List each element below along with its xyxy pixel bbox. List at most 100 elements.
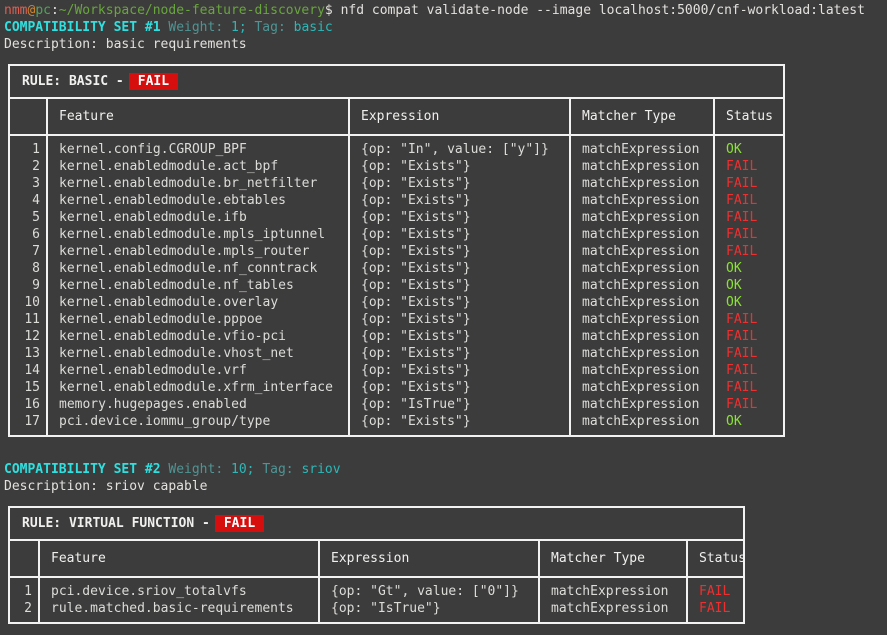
row-number: 17 (10, 413, 47, 435)
command-text: nfd compat validate-node --image localho… (341, 3, 865, 18)
cell-status: FAIL (714, 158, 783, 175)
cell-status: OK (714, 135, 783, 158)
cell-expression: {op: "In", value: ["y"]} (349, 135, 570, 158)
prompt-host: pc (35, 3, 51, 18)
table-header-row: FeatureExpressionMatcher TypeStatus (10, 99, 783, 135)
cell-status: FAIL (714, 379, 783, 396)
cell-feature: kernel.enabledmodule.ebtables (47, 192, 349, 209)
table-row: 2kernel.enabledmodule.act_bpf{op: "Exist… (10, 158, 783, 175)
cell-expression: {op: "Exists"} (349, 277, 570, 294)
cell-feature: kernel.enabledmodule.mpls_iptunnel (47, 226, 349, 243)
table-row: 14kernel.enabledmodule.vrf{op: "Exists"}… (10, 362, 783, 379)
table-row: 6kernel.enabledmodule.mpls_iptunnel{op: … (10, 226, 783, 243)
cell-status: OK (714, 260, 783, 277)
cell-expression: {op: "Exists"} (349, 362, 570, 379)
results-table: FeatureExpressionMatcher TypeStatus 1pci… (10, 541, 743, 622)
row-number: 15 (10, 379, 47, 396)
cell-expression: {op: "Exists"} (349, 226, 570, 243)
rule-label: RULE: BASIC - (22, 74, 124, 89)
compatibility-set: COMPATIBILITY SET #2 Weight: 10; Tag: sr… (4, 461, 887, 624)
column-header (10, 541, 39, 577)
rule-status-badge: FAIL (215, 515, 264, 532)
row-number: 2 (10, 600, 39, 622)
row-number: 4 (10, 192, 47, 209)
cell-expression: {op: "IsTrue"} (349, 396, 570, 413)
cell-matcher-type: matchExpression (570, 311, 714, 328)
table-row: 3kernel.enabledmodule.br_netfilter{op: "… (10, 175, 783, 192)
table-row: 9kernel.enabledmodule.nf_tables{op: "Exi… (10, 277, 783, 294)
rule-header: RULE: BASIC -FAIL (10, 66, 783, 99)
table-row: 10kernel.enabledmodule.overlay{op: "Exis… (10, 294, 783, 311)
row-number: 7 (10, 243, 47, 260)
table-row: 1kernel.config.CGROUP_BPF{op: "In", valu… (10, 135, 783, 158)
weight-value: 10; (231, 462, 254, 477)
cell-matcher-type: matchExpression (570, 209, 714, 226)
column-header: Matcher Type (539, 541, 687, 577)
tag-label: Tag: (262, 462, 293, 477)
cell-status: OK (714, 277, 783, 294)
table-row: 8kernel.enabledmodule.nf_conntrack{op: "… (10, 260, 783, 277)
cell-matcher-type: matchExpression (570, 135, 714, 158)
cell-feature: memory.hugepages.enabled (47, 396, 349, 413)
cell-expression: {op: "Exists"} (349, 294, 570, 311)
column-header: Expression (349, 99, 570, 135)
cell-status: FAIL (687, 600, 743, 622)
cell-status: OK (714, 413, 783, 435)
rule-label: RULE: VIRTUAL FUNCTION - (22, 516, 210, 531)
cell-matcher-type: matchExpression (570, 175, 714, 192)
cell-feature: kernel.enabledmodule.vfio-pci (47, 328, 349, 345)
cell-status: FAIL (687, 577, 743, 600)
column-header (10, 99, 47, 135)
cell-matcher-type: matchExpression (570, 396, 714, 413)
cell-feature: kernel.enabledmodule.xfrm_interface (47, 379, 349, 396)
weight-label: Weight: (168, 20, 223, 35)
table-row: 5kernel.enabledmodule.ifb{op: "Exists"}m… (10, 209, 783, 226)
cell-status: OK (714, 294, 783, 311)
table-row: 17pci.device.iommu_group/type{op: "Exist… (10, 413, 783, 435)
compatibility-set: COMPATIBILITY SET #1 Weight: 1; Tag: bas… (4, 19, 887, 437)
prompt-separator: : (51, 3, 59, 18)
table-row: 2rule.matched.basic-requirements{op: "Is… (10, 600, 743, 622)
cell-matcher-type: matchExpression (539, 577, 687, 600)
cell-expression: {op: "IsTrue"} (319, 600, 539, 622)
tag-label: Tag: (254, 20, 285, 35)
set-description: Description: basic requirements (4, 36, 887, 53)
cell-matcher-type: matchExpression (570, 379, 714, 396)
cell-status: FAIL (714, 311, 783, 328)
cell-feature: pci.device.sriov_totalvfs (39, 577, 319, 600)
cell-matcher-type: matchExpression (570, 243, 714, 260)
cell-expression: {op: "Exists"} (349, 328, 570, 345)
table-row: 13kernel.enabledmodule.vhost_net{op: "Ex… (10, 345, 783, 362)
cell-matcher-type: matchExpression (539, 600, 687, 622)
cell-expression: {op: "Exists"} (349, 192, 570, 209)
cell-expression: {op: "Exists"} (349, 243, 570, 260)
cell-feature: kernel.enabledmodule.nf_tables (47, 277, 349, 294)
row-number: 8 (10, 260, 47, 277)
row-number: 3 (10, 175, 47, 192)
column-header: Status (687, 541, 743, 577)
weight-value: 1; (231, 20, 247, 35)
cell-feature: kernel.enabledmodule.nf_conntrack (47, 260, 349, 277)
set-title: COMPATIBILITY SET #1 (4, 20, 161, 35)
cell-status: FAIL (714, 226, 783, 243)
row-number: 10 (10, 294, 47, 311)
cell-status: FAIL (714, 243, 783, 260)
cell-feature: kernel.enabledmodule.br_netfilter (47, 175, 349, 192)
cell-matcher-type: matchExpression (570, 362, 714, 379)
prompt-dollar: $ (325, 3, 333, 18)
set-title: COMPATIBILITY SET #2 (4, 462, 161, 477)
row-number: 9 (10, 277, 47, 294)
column-header: Matcher Type (570, 99, 714, 135)
cell-feature: kernel.enabledmodule.vrf (47, 362, 349, 379)
cell-status: FAIL (714, 192, 783, 209)
shell-prompt-line: nmm@pc:~/Workspace/node-feature-discover… (4, 2, 887, 19)
cell-matcher-type: matchExpression (570, 345, 714, 362)
cell-matcher-type: matchExpression (570, 260, 714, 277)
cell-expression: {op: "Exists"} (349, 175, 570, 192)
terminal-screen: nmm@pc:~/Workspace/node-feature-discover… (0, 0, 887, 624)
sets-container: COMPATIBILITY SET #1 Weight: 1; Tag: bas… (4, 19, 887, 624)
cell-expression: {op: "Exists"} (349, 345, 570, 362)
cell-expression: {op: "Exists"} (349, 260, 570, 277)
column-header: Status (714, 99, 783, 135)
table-header-row: FeatureExpressionMatcher TypeStatus (10, 541, 743, 577)
